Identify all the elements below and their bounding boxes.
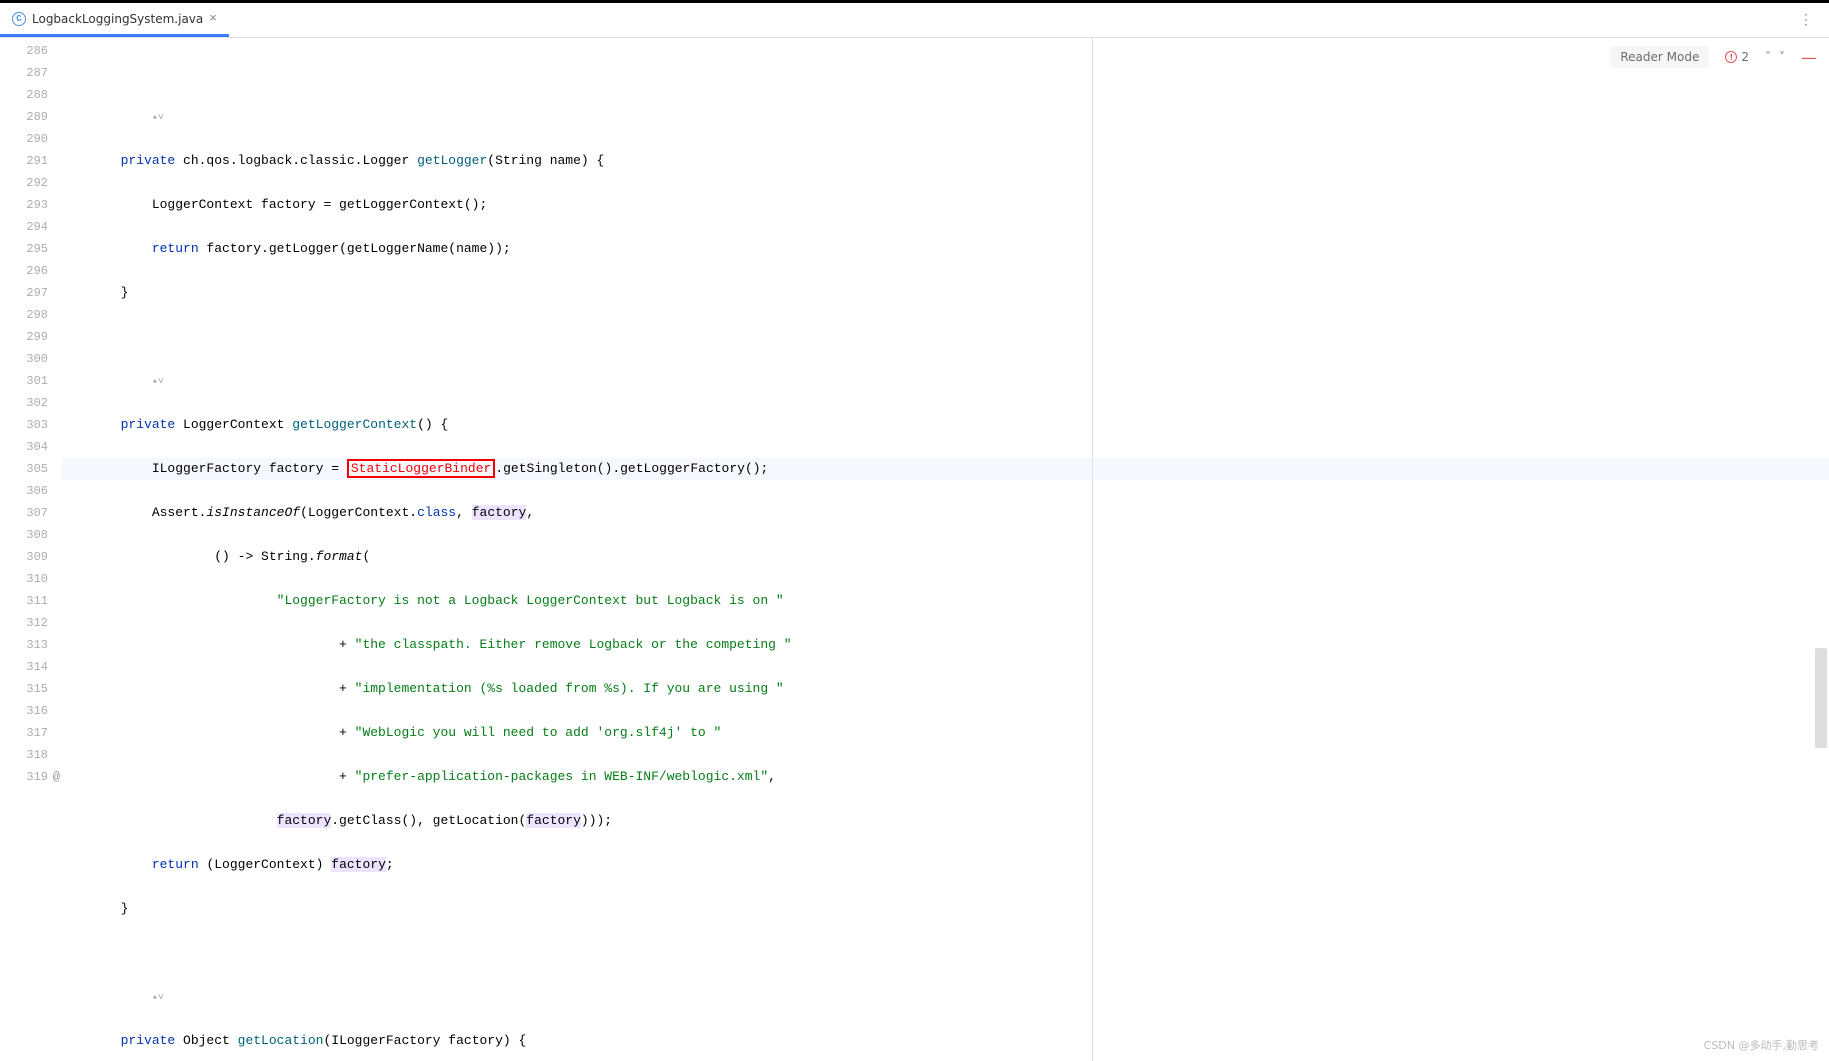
line-number: 311: [0, 590, 48, 612]
editor: Reader Mode ! 2 ˄ ˅ — 286 287 288 289 29…: [0, 38, 1829, 1061]
line-number: 305: [0, 458, 48, 480]
line-number: 288: [0, 84, 48, 106]
line-number: 310: [0, 568, 48, 590]
line-number: 299: [0, 326, 48, 348]
line-number: 294: [0, 216, 48, 238]
line-number: 290: [0, 128, 48, 150]
code-line[interactable]: + "the classpath. Either remove Logback …: [62, 634, 1829, 656]
line-number: 286: [0, 40, 48, 62]
line-number: 289: [0, 106, 48, 128]
scrollbar[interactable]: [1815, 648, 1827, 748]
line-number: 317: [0, 722, 48, 744]
tab-bar: C LogbackLoggingSystem.java × ⋮: [0, 3, 1829, 38]
tab-filename: LogbackLoggingSystem.java: [32, 12, 203, 26]
line-number: 306: [0, 480, 48, 502]
line-number: 301: [0, 370, 48, 392]
code-area[interactable]: ✦˅ private ch.qos.logback.classic.Logger…: [62, 38, 1829, 1061]
line-number: 318: [0, 744, 48, 766]
code-line[interactable]: Assert.isInstanceOf(LoggerContext.class,…: [62, 502, 1829, 524]
line-number: 313: [0, 634, 48, 656]
line-number: 297: [0, 282, 48, 304]
code-line[interactable]: factory.getClass(), getLocation(factory)…: [62, 810, 1829, 832]
line-number: 308: [0, 524, 48, 546]
more-icon[interactable]: ⋮: [1799, 12, 1813, 29]
line-number: 293: [0, 194, 48, 216]
file-tab[interactable]: C LogbackLoggingSystem.java ×: [0, 3, 229, 37]
line-number: 316: [0, 700, 48, 722]
line-number: 291: [0, 150, 48, 172]
error-token: StaticLoggerBinder: [347, 459, 495, 478]
code-line[interactable]: + "WebLogic you will need to add 'org.sl…: [62, 722, 1829, 744]
code-line[interactable]: private LoggerContext getLoggerContext()…: [62, 414, 1829, 436]
line-number: 319: [0, 766, 48, 788]
inlay-hint-icon[interactable]: ✦˅: [152, 988, 164, 1010]
line-number: 315: [0, 678, 48, 700]
line-number: 296: [0, 260, 48, 282]
line-number: 304: [0, 436, 48, 458]
line-number: 287: [0, 62, 48, 84]
code-line[interactable]: }: [62, 282, 1829, 304]
code-line[interactable]: + "implementation (%s loaded from %s). I…: [62, 678, 1829, 700]
code-line[interactable]: ✦˅: [62, 986, 1829, 1008]
code-line[interactable]: () -> String.format(: [62, 546, 1829, 568]
code-line[interactable]: + "prefer-application-packages in WEB-IN…: [62, 766, 1829, 788]
line-number: 309: [0, 546, 48, 568]
code-line[interactable]: LoggerContext factory = getLoggerContext…: [62, 194, 1829, 216]
line-number: 303: [0, 414, 48, 436]
code-line[interactable]: ✦˅: [62, 370, 1829, 392]
code-line[interactable]: return factory.getLogger(getLoggerName(n…: [62, 238, 1829, 260]
code-line[interactable]: ✦˅: [62, 106, 1829, 128]
code-line[interactable]: return (LoggerContext) factory;: [62, 854, 1829, 876]
line-number: 295: [0, 238, 48, 260]
inlay-hint-icon[interactable]: ✦˅: [152, 108, 164, 130]
code-line[interactable]: [62, 326, 1829, 348]
line-number: 312: [0, 612, 48, 634]
line-number: 292: [0, 172, 48, 194]
code-line[interactable]: }: [62, 898, 1829, 920]
margin-guide: [1092, 38, 1093, 1061]
code-line[interactable]: private ch.qos.logback.classic.Logger ge…: [62, 150, 1829, 172]
line-number: 302: [0, 392, 48, 414]
code-line[interactable]: private Object getLocation(ILoggerFactor…: [62, 1030, 1829, 1052]
line-gutter: 286 287 288 289 290 291 292 293 294 295 …: [0, 38, 62, 1061]
inlay-hint-icon[interactable]: ✦˅: [152, 372, 164, 394]
close-tab-icon[interactable]: ×: [209, 11, 217, 26]
code-line[interactable]: "LoggerFactory is not a Logback LoggerCo…: [62, 590, 1829, 612]
line-number: 298: [0, 304, 48, 326]
line-number: 307: [0, 502, 48, 524]
line-number: 300: [0, 348, 48, 370]
code-line-highlighted[interactable]: ILoggerFactory factory = StaticLoggerBin…: [62, 458, 1829, 480]
watermark: CSDN @多动手,勤思考: [1704, 1037, 1819, 1053]
line-number: 314: [0, 656, 48, 678]
class-icon: C: [12, 12, 26, 26]
code-line[interactable]: [62, 942, 1829, 964]
